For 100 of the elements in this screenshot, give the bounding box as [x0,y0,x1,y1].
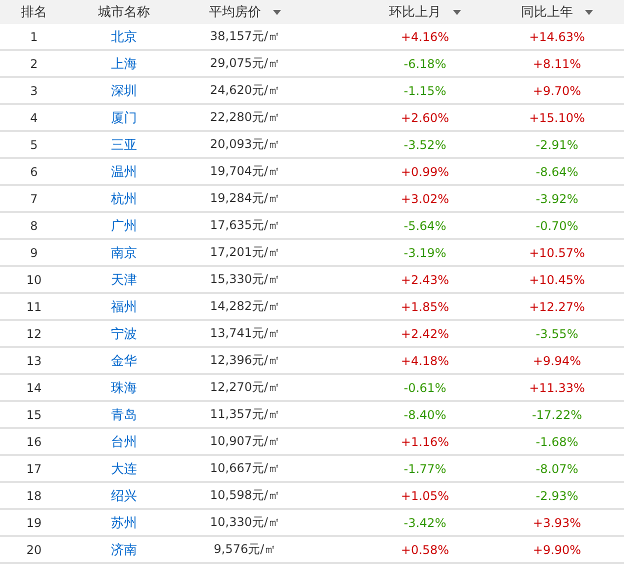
column-header[interactable]: 同比上年 [521,3,573,21]
rank-cell: 6 [30,164,38,178]
city-link[interactable]: 青岛 [111,406,137,424]
year-change-cell: +11.33% [529,380,585,394]
month-change-cell: -6.18% [404,56,446,70]
year-change-cell: +10.57% [529,246,585,260]
sort-caret-icon[interactable] [273,10,281,14]
year-change-cell: -8.64% [536,164,578,178]
month-change-cell: +3.02% [400,192,450,206]
city-link[interactable]: 绍兴 [111,486,137,504]
city-link[interactable]: 三亚 [111,136,137,154]
rank-cell: 11 [26,300,42,314]
price-cell: 38,157元/㎡ [210,28,280,45]
year-change-cell: +15.10% [529,110,585,124]
month-change-cell: -3.42% [404,516,446,530]
price-cell: 11,357元/㎡ [210,406,280,423]
month-change-cell: +1.05% [400,488,450,502]
city-link[interactable]: 深圳 [111,82,137,100]
rank-cell: 13 [26,354,42,368]
rank-cell: 5 [30,138,38,152]
city-link[interactable]: 大连 [111,460,137,478]
rank-cell: 14 [26,380,42,394]
year-change-cell: -3.92% [536,192,578,206]
year-change-cell: +10.45% [529,272,585,286]
column-header: 城市名称 [98,4,150,21]
sort-caret-icon[interactable] [585,10,593,14]
month-change-cell: -3.19% [404,246,446,260]
column-header: 排名 [21,4,47,21]
month-change-cell: +2.42% [400,326,450,340]
price-cell: 19,704元/㎡ [210,163,280,180]
year-change-cell: +9.70% [532,84,582,98]
city-link[interactable]: 珠海 [111,378,137,396]
year-change-cell: -2.93% [536,488,578,502]
city-link[interactable]: 福州 [111,298,137,316]
price-cell: 10,667元/㎡ [210,460,280,477]
price-cell: 12,270元/㎡ [210,379,280,396]
price-cell: 20,093元/㎡ [210,136,280,153]
rank-cell: 4 [30,110,38,124]
city-link[interactable]: 温州 [111,162,137,180]
city-link[interactable]: 台州 [111,432,137,450]
month-change-cell: +0.99% [400,164,450,178]
price-cell: 17,201元/㎡ [210,244,280,261]
column-header[interactable]: 环比上月 [389,3,441,21]
rank-cell: 15 [26,408,42,422]
city-link[interactable]: 广州 [111,216,137,234]
rank-cell: 7 [30,192,38,206]
city-link[interactable]: 金华 [111,352,137,370]
month-change-cell: +1.16% [400,434,450,448]
month-change-cell: -0.61% [404,380,446,394]
year-change-cell: +12.27% [529,300,585,314]
month-change-cell: -1.77% [404,462,446,476]
price-cell: 19,284元/㎡ [210,190,280,207]
rank-cell: 18 [26,488,42,502]
city-link[interactable]: 厦门 [111,108,137,126]
city-link[interactable]: 济南 [111,540,137,558]
rank-cell: 19 [26,516,42,530]
rank-cell: 9 [30,246,38,260]
price-cell: 22,280元/㎡ [210,109,280,126]
month-change-cell: -1.15% [404,84,446,98]
price-cell: 24,620元/㎡ [210,82,280,99]
price-cell: 10,330元/㎡ [210,514,280,531]
month-change-cell: +2.43% [400,272,450,286]
month-change-cell: -3.52% [404,138,446,152]
city-link[interactable]: 北京 [111,28,137,46]
month-change-cell: +4.16% [400,30,450,44]
city-link[interactable]: 宁波 [111,324,137,342]
month-change-cell: +2.60% [400,110,450,124]
rank-cell: 10 [26,272,42,286]
year-change-cell: -1.68% [536,434,578,448]
rank-cell: 8 [30,218,38,232]
price-cell: 12,396元/㎡ [210,352,280,369]
column-header[interactable]: 平均房价 [209,3,261,21]
city-link[interactable]: 上海 [111,54,137,72]
year-change-cell: -3.55% [536,326,578,340]
month-change-cell: -8.40% [404,408,446,422]
price-cell: 9,576元/㎡ [214,541,276,558]
price-cell: 13,741元/㎡ [210,325,280,342]
rank-cell: 3 [30,84,38,98]
rank-cell: 20 [26,542,42,556]
year-change-cell: +8.11% [532,56,582,70]
month-change-cell: +0.58% [400,542,450,556]
city-link[interactable]: 苏州 [111,514,137,532]
city-link[interactable]: 杭州 [111,190,137,208]
year-change-cell: -0.70% [536,218,578,232]
price-cell: 29,075元/㎡ [210,55,280,72]
price-cell: 15,330元/㎡ [210,271,280,288]
price-cell: 17,635元/㎡ [210,217,280,234]
year-change-cell: -17.22% [532,408,582,422]
rank-cell: 17 [26,462,42,476]
rank-cell: 1 [30,30,38,44]
sort-caret-icon[interactable] [453,10,461,14]
city-link[interactable]: 天津 [111,270,137,288]
year-change-cell: -2.91% [536,138,578,152]
year-change-cell: +9.90% [532,542,582,556]
price-cell: 10,907元/㎡ [210,433,280,450]
year-change-cell: +9.94% [532,354,582,368]
city-link[interactable]: 南京 [111,244,137,262]
rank-cell: 2 [30,56,38,70]
price-cell: 14,282元/㎡ [210,298,280,315]
year-change-cell: -8.07% [536,462,578,476]
